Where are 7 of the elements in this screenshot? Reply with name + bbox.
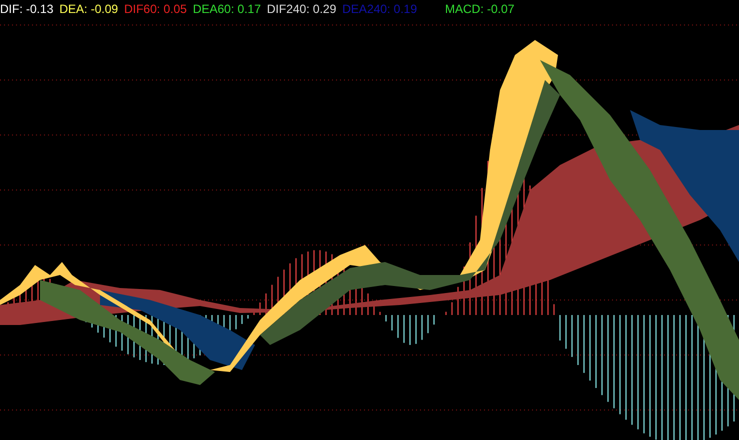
legend-value: DEA: -0.09 — [59, 2, 118, 16]
legend-value: DIF60: 0.05 — [124, 2, 187, 16]
legend-value: DIF240: 0.29 — [266, 2, 336, 16]
legend-value: DEA60: 0.17 — [192, 2, 261, 16]
legend-value: DIF: -0.13 — [0, 2, 54, 16]
legend-value: DEA240: 0.19 — [342, 2, 417, 16]
legend-value: MACD: -0.07 — [445, 2, 514, 16]
